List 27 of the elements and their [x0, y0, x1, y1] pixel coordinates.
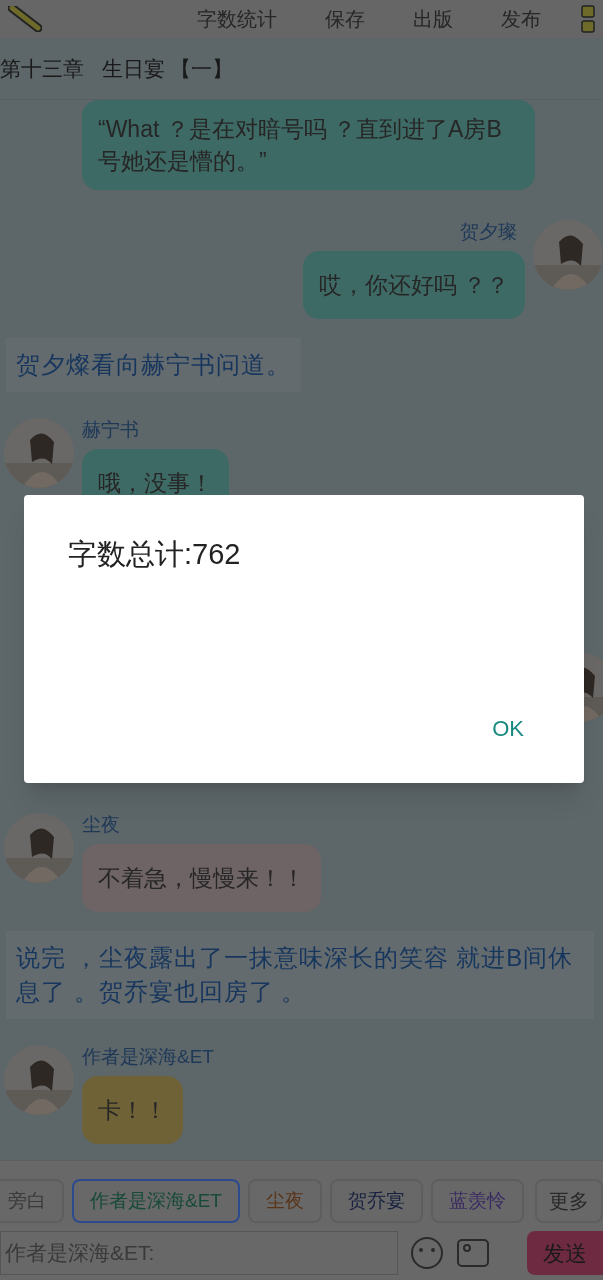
sender-name: 尘夜 — [82, 813, 120, 837]
sender-name: 作者是深海&ET — [82, 1045, 214, 1069]
role-chip[interactable]: 尘夜 — [247, 1179, 322, 1223]
ok-button[interactable]: OK — [492, 712, 524, 745]
message-bubble: 不着急，慢慢来！！ — [82, 844, 321, 912]
send-button[interactable]: 发送 — [527, 1231, 603, 1275]
role-chip[interactable]: 蓝羡怜 — [430, 1179, 524, 1223]
role-chip[interactable]: 作者是深海&ET — [72, 1179, 240, 1223]
toolbar-action[interactable]: 字数统计 — [197, 4, 277, 34]
message-bubble: “What ？是在对暗号吗 ？直到进了A房B号她还是懵的。” — [82, 100, 535, 190]
image-icon[interactable] — [456, 1236, 490, 1270]
more-button[interactable]: 更多 — [535, 1179, 603, 1223]
chapter-title: 第十三章 生日宴 【一】 — [0, 55, 234, 82]
pencil-icon — [8, 6, 42, 32]
narration-text: 贺夕燦看向赫宁书问道。 — [6, 338, 301, 392]
toolbar-action[interactable]: 出版 — [413, 4, 453, 34]
sender-name: 赫宁书 — [82, 418, 139, 442]
role-chip[interactable]: 贺乔宴 — [329, 1179, 423, 1223]
sender-name: 贺夕璨 — [460, 220, 518, 244]
toolbar-action[interactable]: 发布 — [501, 4, 541, 34]
message-bubble: 卡！！ — [82, 1076, 183, 1144]
menu-icon[interactable] — [581, 4, 595, 34]
emoji-icon[interactable] — [410, 1236, 444, 1270]
message-bubble: 哎，你还好吗 ？？ — [302, 251, 525, 319]
dialog-message: 字数总计:762 — [68, 537, 242, 572]
toolbar-action[interactable]: 保存 — [325, 4, 365, 34]
narration-text: 说完 ，尘夜露出了一抹意味深长的笑容 就进B间休息了 。贺乔宴也回房了 。 — [6, 931, 594, 1019]
